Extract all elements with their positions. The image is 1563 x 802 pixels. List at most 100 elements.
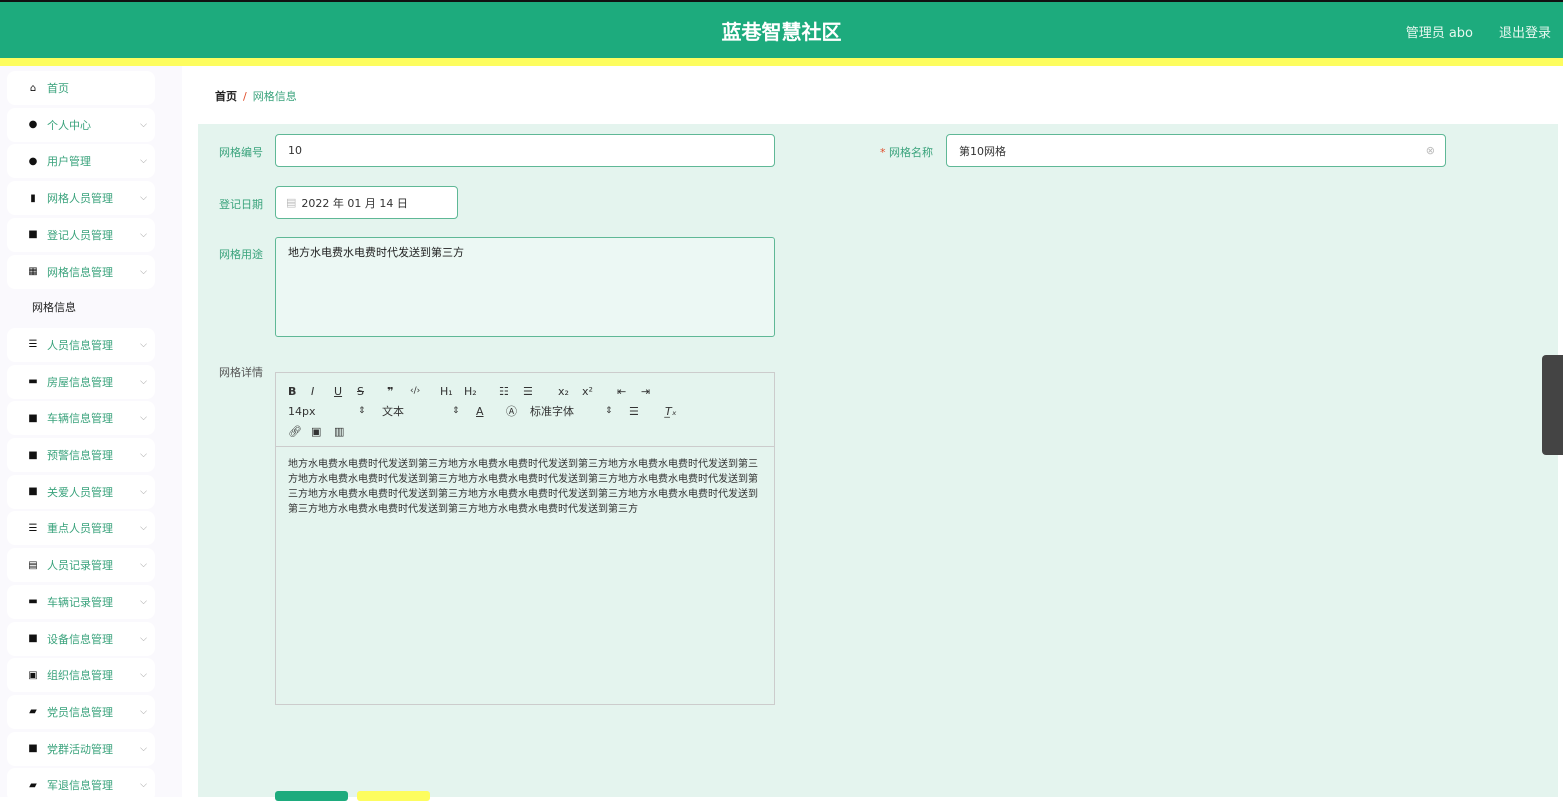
sidebar-item-label: 党群活动管理 <box>47 742 113 756</box>
calendar-icon: ▤ <box>286 196 297 209</box>
link-icon[interactable]: 🔗︎ <box>288 425 311 438</box>
clipboard-check-icon: ▣ <box>28 669 38 681</box>
chevron-down-icon: ⌵ <box>140 706 147 717</box>
sidebar-item-label: 用户管理 <box>47 155 91 169</box>
use-label: 网格用途 <box>219 248 263 261</box>
ordered-list-button[interactable]: ☷ <box>499 385 523 398</box>
h1-button[interactable]: H₁ <box>440 385 464 398</box>
font-family-select[interactable]: 标准字体 <box>530 403 605 419</box>
superscript-button[interactable]: x² <box>582 385 617 398</box>
align-button[interactable]: ☰ <box>629 405 665 418</box>
chevron-down-icon: ⌵ <box>140 486 147 497</box>
sliders-icon: ☰ <box>28 339 38 351</box>
list-icon: ☰ <box>28 522 38 534</box>
chevron-down-icon: ⌵ <box>140 156 147 167</box>
date-picker[interactable]: ▤ 2022 年 01 月 14 日 <box>275 186 458 219</box>
sidebar-item-label: 车辆信息管理 <box>47 412 113 426</box>
strike-button[interactable]: S <box>357 385 387 398</box>
sidebar-item-label: 关爱人员管理 <box>47 485 113 499</box>
image-icon[interactable]: ▣ <box>311 425 334 438</box>
sidebar: 网格信息 ⌂ 首页 ● 个人中心 ⌵ ● 用户管理 ⌵ ▮ 网格人员管理 ⌵ ■ 登记人员管理 ⌵ ▦ 网格信… <box>0 66 182 802</box>
outdent-button[interactable]: ⇤ <box>617 385 641 398</box>
underline-button[interactable]: U <box>334 385 357 398</box>
sidebar-item-label: 网格人员管理 <box>47 192 113 206</box>
grid-icon: ■ <box>28 633 38 644</box>
blockquote-button[interactable]: ❞ <box>387 385 410 398</box>
side-drawer-handle[interactable] <box>1542 355 1563 455</box>
sidebar-item[interactable]: ⌂ 首页 <box>7 71 155 105</box>
clear-icon[interactable]: ⊗ <box>1426 144 1435 157</box>
font-size-value: 14px <box>288 404 316 418</box>
grid-small-icon: ▦ <box>28 266 38 277</box>
block-value: 文本 <box>382 405 404 418</box>
font-family-value: 标准字体 <box>530 405 574 418</box>
grid-name-label: * 网格名称 <box>880 144 933 160</box>
breadcrumb: 首页 / 网格信息 <box>215 88 297 104</box>
grid-name-input[interactable]: 第10网格 ⊗ <box>946 134 1446 167</box>
editor-content[interactable]: 地方水电费水电费时代发送到第三方地方水电费水电费时代发送到第三方地方水电费水电费… <box>276 447 774 527</box>
font-size-select[interactable]: 14px <box>288 405 358 418</box>
sidebar-item-label: 个人中心 <box>47 118 91 132</box>
h2-button[interactable]: H₂ <box>464 385 499 398</box>
sidebar-item[interactable]: ☰ 重点人员管理 ⌵ <box>7 511 155 546</box>
sidebar-item-label: 登记人员管理 <box>47 228 113 242</box>
sidebar-item[interactable]: ■ 关爱人员管理 ⌵ <box>7 474 155 509</box>
cancel-button[interactable] <box>357 791 430 801</box>
sidebar-item[interactable]: ▤ 人员记录管理 ⌵ <box>7 548 155 583</box>
sidebar-item[interactable]: ● 个人中心 ⌵ <box>7 107 155 142</box>
sidebar-item[interactable]: ■ 预警信息管理 ⌵ <box>7 438 155 472</box>
clipboard-icon: ▤ <box>28 559 38 571</box>
sidebar-item[interactable]: ■ 党群活动管理 ⌵ <box>7 731 155 766</box>
sidebar-item-label: 军退信息管理 <box>47 779 113 793</box>
subscript-button[interactable]: x₂ <box>558 385 582 398</box>
font-color-button[interactable]: A <box>476 405 506 418</box>
grid-icon: ■ <box>28 486 38 498</box>
detail-label: 网格详情 <box>219 366 263 379</box>
bullet-list-button[interactable]: ☰ <box>523 385 558 398</box>
chevron-down-icon: ⌵ <box>140 450 147 460</box>
chevron-down-icon: ⌵ <box>140 413 147 424</box>
sidebar-item[interactable]: ▰ 党员信息管理 ⌵ <box>7 694 155 729</box>
wallet-icon: ▰ <box>29 706 37 718</box>
submit-button[interactable] <box>275 791 348 801</box>
chevron-down-icon: ⌵ <box>140 119 147 130</box>
grid-name-value: 第10网格 <box>959 144 1006 158</box>
editor-toolbar: B I U S ❞ ‹/› H₁ H₂ ☷ ☰ x₂ x² ⇤ ⇥ 14px ⇕… <box>276 373 774 447</box>
required-mark: * <box>880 146 886 159</box>
sidebar-item[interactable]: ▦ 网格信息管理 ⌵ <box>7 254 155 289</box>
background-color-button[interactable]: Ⓐ <box>506 403 530 419</box>
logout-link[interactable]: 退出登录 <box>1499 22 1551 41</box>
grid-code-label: 网格编号 <box>219 146 263 159</box>
video-icon[interactable]: ▥ <box>334 425 357 438</box>
sidebar-item[interactable]: ▬ 房屋信息管理 ⌵ <box>7 364 155 399</box>
chevron-down-icon: ⌵ <box>140 266 147 277</box>
sidebar-item[interactable]: ▬ 车辆记录管理 ⌵ <box>7 584 155 619</box>
sidebar-subitem-grid-info[interactable]: 网格信息 <box>32 300 76 316</box>
sidebar-item[interactable]: ▣ 组织信息管理 ⌵ <box>7 658 155 693</box>
chevron-down-icon: ⌵ <box>140 670 147 681</box>
ticket-icon: ▬ <box>28 596 38 608</box>
user-icon: ● <box>28 119 38 131</box>
sidebar-item-label: 预警信息管理 <box>47 449 113 462</box>
sidebar-item[interactable]: ■ 登记人员管理 ⌵ <box>7 217 155 252</box>
sidebar-item[interactable]: ☰ 人员信息管理 ⌵ <box>7 327 155 362</box>
italic-button[interactable]: I <box>311 385 334 398</box>
sidebar-item-label: 车辆记录管理 <box>47 595 113 609</box>
chevron-down-icon: ⌵ <box>140 523 147 534</box>
sidebar-item[interactable]: ● 用户管理 ⌵ <box>7 144 155 179</box>
bar-chart-icon: ▮ <box>30 192 36 204</box>
use-textarea[interactable]: 地方水电费水电费时代发送到第三方 <box>275 237 775 337</box>
block-select[interactable]: 文本 <box>382 403 452 419</box>
home-icon: ⌂ <box>29 82 37 94</box>
sidebar-item[interactable]: ■ 车辆信息管理 ⌵ <box>7 401 155 436</box>
breadcrumb-home[interactable]: 首页 <box>215 90 237 103</box>
sidebar-item-label: 房屋信息管理 <box>47 375 113 389</box>
code-button[interactable]: ‹/› <box>410 386 440 396</box>
grid-icon: ■ <box>28 229 38 241</box>
sidebar-item[interactable]: ▮ 网格人员管理 ⌵ <box>7 181 155 216</box>
sidebar-item[interactable]: ■ 设备信息管理 ⌵ <box>7 621 155 656</box>
indent-button[interactable]: ⇥ <box>641 385 665 398</box>
grid-code-input[interactable]: 10 <box>275 134 775 167</box>
clean-format-button[interactable]: T̲ₓ <box>665 405 689 418</box>
bold-button[interactable]: B <box>288 385 311 398</box>
